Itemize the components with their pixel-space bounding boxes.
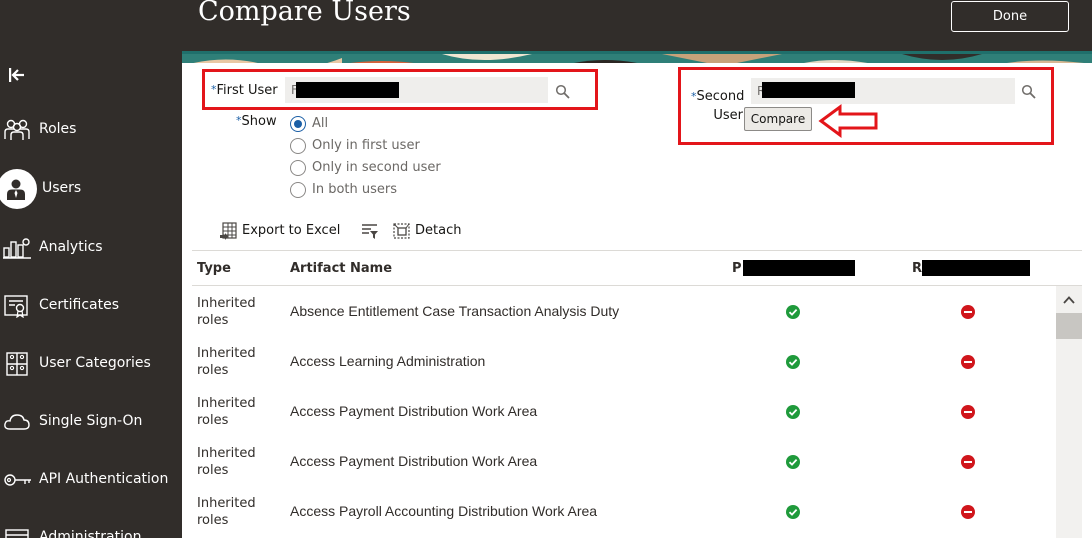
- sidebar-item-analytics[interactable]: Analytics: [0, 228, 182, 268]
- check-icon: [786, 455, 800, 469]
- sidebar-item-user-categories[interactable]: User Categories: [0, 344, 182, 384]
- first-user-highlight: [202, 69, 598, 110]
- check-icon: [786, 505, 800, 519]
- artifact-name-cell: Access Payment Distribution Work Area: [290, 403, 538, 419]
- show-option-label[interactable]: In both users: [312, 182, 397, 197]
- page-header: Compare Users Done: [0, 0, 1092, 51]
- export-label: Export to Excel: [242, 223, 341, 238]
- decorative-banner: [182, 51, 1092, 63]
- redaction-mark: [922, 260, 1030, 276]
- administration-icon: [3, 526, 29, 538]
- type-cell: Inherited roles: [197, 496, 256, 528]
- analytics-icon: [3, 236, 31, 260]
- check-icon: [786, 355, 800, 369]
- table-scrollbar[interactable]: [1056, 286, 1082, 538]
- detach-button[interactable]: Detach: [393, 222, 463, 242]
- columns-filter-icon: [362, 224, 378, 239]
- table-row[interactable]: Inherited roles Absence Entitlement Case…: [192, 286, 1056, 336]
- column-header-second-user[interactable]: R: [912, 261, 922, 276]
- certificate-icon: [3, 294, 29, 319]
- sidebar-item-label: Certificates: [39, 297, 120, 313]
- sidebar-item-label: API Authentication: [39, 471, 169, 487]
- scrollbar-thumb[interactable]: [1056, 313, 1082, 339]
- type-cell: Inherited roles: [197, 446, 256, 478]
- show-radio-only-second[interactable]: [290, 160, 306, 176]
- sidebar-item-label: Users: [42, 180, 82, 196]
- show-option-label[interactable]: All: [312, 116, 328, 131]
- table-divider: [192, 250, 1082, 251]
- redaction-mark: [743, 260, 855, 276]
- table-row[interactable]: Inherited roles Access Payment Distribut…: [192, 436, 1056, 486]
- collapse-sidebar-icon[interactable]: [8, 67, 28, 85]
- key-icon: [3, 468, 31, 492]
- type-cell: Inherited roles: [197, 346, 256, 378]
- spreadsheet-icon: [220, 222, 237, 240]
- roles-icon: [3, 118, 30, 142]
- check-icon: [786, 405, 800, 419]
- show-radio-both[interactable]: [290, 182, 306, 198]
- no-entry-icon: [961, 305, 975, 319]
- show-radio-only-first[interactable]: [290, 138, 306, 154]
- table-row[interactable]: Inherited roles Access Learning Administ…: [192, 336, 1056, 386]
- type-cell: Inherited roles: [197, 296, 256, 328]
- detach-label: Detach: [415, 223, 462, 238]
- type-cell: Inherited roles: [197, 396, 256, 428]
- no-entry-icon: [961, 505, 975, 519]
- show-option-label[interactable]: Only in first user: [312, 138, 420, 153]
- user-categories-icon: [3, 352, 29, 376]
- column-header-first-user[interactable]: P: [732, 261, 742, 276]
- sidebar-item-label: Single Sign-On: [39, 413, 143, 429]
- artifact-name-cell: Access Learning Administration: [290, 353, 486, 369]
- sidebar-item-label: User Categories: [39, 355, 151, 371]
- table-row[interactable]: Inherited roles Access Payment Distribut…: [192, 386, 1056, 436]
- sidebar-item-administration[interactable]: Administration: [0, 518, 182, 538]
- detach-icon: [393, 223, 410, 239]
- sidebar-item-roles[interactable]: Roles: [0, 110, 182, 150]
- done-button[interactable]: Done: [951, 1, 1069, 32]
- show-label: *Show: [236, 114, 277, 129]
- sidebar-item-label: Roles: [39, 121, 77, 137]
- user-icon: [4, 177, 30, 201]
- sidebar-item-label: Administration: [39, 529, 142, 538]
- column-header-type[interactable]: Type: [197, 261, 231, 276]
- view-settings-button[interactable]: [361, 222, 381, 242]
- sidebar-item-api-authentication[interactable]: API Authentication: [0, 460, 182, 500]
- sidebar-item-label: Analytics: [39, 239, 103, 255]
- check-icon: [786, 305, 800, 319]
- column-header-artifact-name[interactable]: Artifact Name: [290, 261, 392, 276]
- no-entry-icon: [961, 455, 975, 469]
- second-user-highlight: [678, 67, 1054, 145]
- page-title: Compare Users: [198, 0, 411, 27]
- artifact-name-cell: Access Payment Distribution Work Area: [290, 453, 538, 469]
- sidebar-item-users[interactable]: Users: [0, 169, 182, 209]
- cloud-icon: [3, 410, 30, 434]
- no-entry-icon: [961, 405, 975, 419]
- chevron-up-icon[interactable]: [1062, 291, 1076, 304]
- show-option-label[interactable]: Only in second user: [312, 160, 441, 175]
- export-to-excel-button[interactable]: Export to Excel: [220, 222, 341, 242]
- sidebar-item-single-sign-on[interactable]: Single Sign-On: [0, 402, 182, 442]
- artifact-name-cell: Access Payroll Accounting Distribution W…: [290, 503, 598, 519]
- table-row[interactable]: Inherited roles Access Payroll Accountin…: [192, 486, 1056, 536]
- no-entry-icon: [961, 355, 975, 369]
- sidebar-item-certificates[interactable]: Certificates: [0, 286, 182, 326]
- show-radio-all[interactable]: [290, 116, 306, 132]
- app-root: Compare Users Done Roles Users Analytics…: [0, 0, 1092, 538]
- sidebar: Roles Users Analytics Certificates User …: [0, 51, 182, 538]
- artifact-name-cell: Absence Entitlement Case Transaction Ana…: [290, 303, 620, 319]
